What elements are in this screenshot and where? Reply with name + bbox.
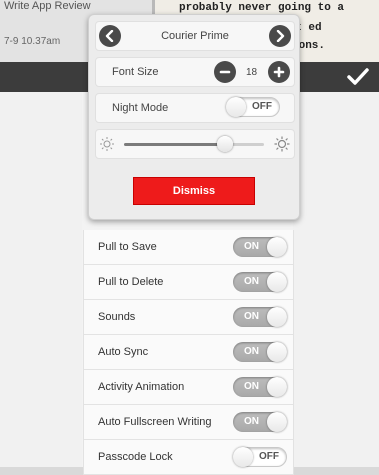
note-title[interactable]: Write App Review <box>4 0 91 12</box>
toggle-state: ON <box>244 311 259 322</box>
brightness-row <box>95 129 295 159</box>
toggle-state: ON <box>244 381 259 392</box>
settings-row: Passcode Lock OFF <box>84 440 293 475</box>
settings-row-label: Pull to Save <box>98 241 157 253</box>
font-size-label: Font Size <box>112 66 159 78</box>
settings-row-label: Pull to Delete <box>98 276 164 288</box>
toggle-state: ON <box>244 241 259 252</box>
settings-toggle[interactable]: ON <box>233 237 287 257</box>
editor-line: probably never going to a <box>179 2 345 14</box>
toggle-knob <box>233 447 253 467</box>
brightness-slider-knob[interactable] <box>216 136 233 152</box>
settings-row: Activity Animation ON <box>84 370 293 405</box>
decrease-size-button[interactable] <box>214 61 236 83</box>
dismiss-button[interactable]: Dismiss <box>133 177 255 205</box>
settings-toggle[interactable]: ON <box>233 307 287 327</box>
night-mode-row: Night Mode OFF <box>95 93 295 123</box>
sun-bright-icon <box>274 136 290 152</box>
settings-row: Auto Sync ON <box>84 335 293 370</box>
settings-row: Pull to Save ON <box>84 230 293 265</box>
minus-icon <box>219 70 231 74</box>
settings-row-label: Auto Sync <box>98 346 149 358</box>
next-font-button[interactable] <box>269 25 291 47</box>
sun-dim-icon <box>100 137 114 151</box>
font-size-row: Font Size 18 <box>95 57 295 87</box>
toggle-knob <box>267 342 287 362</box>
increase-size-button[interactable] <box>268 61 290 83</box>
checkmark-icon[interactable] <box>347 68 369 86</box>
settings-row-label: Passcode Lock <box>98 451 173 463</box>
settings-toggle[interactable]: ON <box>233 412 287 432</box>
chevron-right-icon <box>276 30 285 42</box>
settings-toggle[interactable]: OFF <box>233 447 287 467</box>
toggle-knob <box>267 237 287 257</box>
settings-row-label: Sounds <box>98 311 136 323</box>
appearance-popover: Courier Prime Font Size 18 Night Mode OF… <box>88 14 300 220</box>
settings-row: Pull to Delete ON <box>84 265 293 300</box>
font-size-value: 18 <box>246 66 258 78</box>
font-name: Courier Prime <box>161 30 229 42</box>
settings-toggle[interactable]: ON <box>233 377 287 397</box>
note-date: 7-9 10.37am <box>4 36 61 47</box>
toggle-state: ON <box>244 346 259 357</box>
toggle-state: ON <box>244 416 259 427</box>
settings-row-label: Activity Animation <box>98 381 185 393</box>
toggle-state: ON <box>244 276 259 287</box>
brightness-slider[interactable] <box>124 143 264 146</box>
toggle-knob <box>267 272 287 292</box>
settings-row-label: Auto Fullscreen Writing <box>98 416 212 428</box>
night-mode-toggle[interactable]: OFF <box>226 97 280 117</box>
settings-list: Pull to Save ON Pull to Delete ON Sounds ON Au… <box>83 230 294 475</box>
settings-row: Auto Fullscreen Writing ON <box>84 405 293 440</box>
plus-icon <box>273 66 285 78</box>
font-selector: Courier Prime <box>95 21 295 51</box>
settings-toggle[interactable]: ON <box>233 272 287 292</box>
settings-toggle[interactable]: ON <box>233 342 287 362</box>
night-mode-label: Night Mode <box>112 102 169 114</box>
settings-row: Sounds ON <box>84 300 293 335</box>
toggle-state: OFF <box>252 101 272 112</box>
toggle-knob <box>267 307 287 327</box>
toggle-knob <box>267 412 287 432</box>
toggle-knob <box>267 377 287 397</box>
toggle-knob <box>226 97 246 117</box>
toggle-state: OFF <box>259 451 279 462</box>
